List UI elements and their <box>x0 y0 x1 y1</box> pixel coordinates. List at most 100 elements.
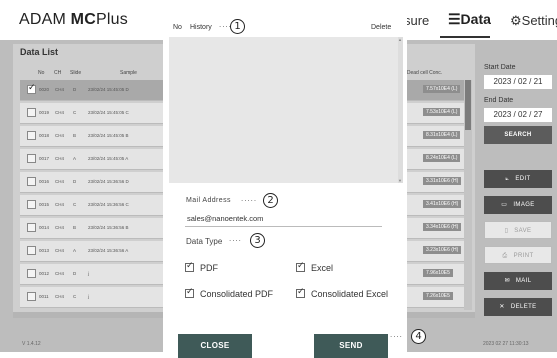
cell-no: 0018 <box>39 133 50 138</box>
mail-button[interactable]: ✉ MAIL <box>484 272 552 290</box>
annotation-leader-2: ····· <box>241 197 258 205</box>
cell-dead-cell: 3.34x10E6 (H) <box>423 223 462 231</box>
cell-ch: CH4 <box>55 110 65 115</box>
row-checkbox[interactable] <box>27 223 36 232</box>
tab-setting[interactable]: ⚙Setting <box>510 13 557 29</box>
row-checkbox[interactable] <box>27 83 36 94</box>
active-tab-indicator <box>440 36 490 38</box>
cell-dead-cell: 3.31x10E6 (H) <box>423 177 462 185</box>
cell-dead-cell: 3.41x10E6 (H) <box>423 200 462 208</box>
cell-ch: CH4 <box>55 133 65 138</box>
send-button[interactable]: SEND <box>314 334 388 358</box>
printer-icon: ⎙ <box>502 252 508 259</box>
cell-no: 0012 <box>39 271 50 276</box>
app-title: ADAM MCPlus <box>19 11 128 28</box>
chart-edit-icon: ⟀ <box>505 175 510 182</box>
cell-sample: 23/02/24 15:45:05 D <box>88 87 129 92</box>
annotation-leader-4: ···· <box>390 333 403 341</box>
annotation-marker-1: 1 <box>230 19 245 34</box>
col-header-sample: Sample <box>120 70 137 76</box>
checkbox-checked-icon[interactable] <box>296 261 305 272</box>
cell-dead-cell: 7.96x10E5 <box>423 269 453 277</box>
history-col-no: No <box>173 24 182 31</box>
row-checkbox[interactable] <box>27 177 36 186</box>
consolidated-excel-checkbox[interactable]: Consolidated Excel <box>296 287 388 299</box>
mail-dialog: No History ···· 1 Delete ▲ ▼ Mail Addres… <box>163 11 407 358</box>
checkbox-checked-icon[interactable] <box>185 287 194 298</box>
cell-no: 0020 <box>39 87 50 92</box>
cell-ch: CH4 <box>55 179 65 184</box>
tab-data[interactable]: ☰Data <box>448 11 491 28</box>
row-checkbox[interactable] <box>27 200 36 209</box>
col-header-dead-cell: c.Dead cell Conc. <box>403 70 443 76</box>
cell-slide: B <box>73 225 77 230</box>
checkbox-checked-icon[interactable] <box>185 261 194 272</box>
cell-dead-cell: 3.23x10E6 (H) <box>423 246 462 254</box>
mail-address-input[interactable] <box>185 211 382 227</box>
version-label: V 1.4.12 <box>22 341 41 347</box>
end-date-label: End Date <box>484 97 514 104</box>
cell-ch: CH4 <box>55 225 65 230</box>
cell-slide: A <box>73 248 77 253</box>
edit-button[interactable]: ⟀ EDIT <box>484 170 552 188</box>
search-button[interactable]: SEARCH <box>484 126 552 144</box>
cell-ch: CH4 <box>55 156 65 161</box>
row-checkbox[interactable] <box>27 108 36 117</box>
cell-sample: 23/02/24 15:45:05 A <box>88 156 129 161</box>
cell-slide: C <box>73 110 77 115</box>
mail-icon: ✉ <box>504 277 510 284</box>
cell-slide: D <box>73 271 77 276</box>
row-checkbox[interactable] <box>27 154 36 163</box>
row-checkbox[interactable] <box>27 292 36 301</box>
cell-slide: D <box>73 179 77 184</box>
cell-no: 0013 <box>39 248 50 253</box>
cell-no: 0016 <box>39 179 50 184</box>
tab-measure[interactable]: sure <box>404 13 429 28</box>
scrollbar-thumb[interactable] <box>465 80 471 130</box>
col-header-ch: CH <box>54 70 62 76</box>
data-type-label: Data Type <box>186 237 223 246</box>
annotation-leader-3: ···· <box>229 237 242 245</box>
cell-sample: 23/02/24 15:36:56 D <box>88 179 129 184</box>
image-icon: ▭ <box>501 201 508 208</box>
row-checkbox[interactable] <box>27 246 36 255</box>
cell-no: 0014 <box>39 225 50 230</box>
history-col-delete[interactable]: Delete <box>371 24 391 31</box>
cell-sample: 23/02/24 15:45:05 C <box>88 110 129 115</box>
history-scrollbar[interactable]: ▲ ▼ <box>398 37 403 183</box>
cell-ch: CH4 <box>55 87 65 92</box>
cell-slide: C <box>73 294 77 299</box>
cell-no: 0011 <box>39 294 49 299</box>
consolidated-pdf-checkbox[interactable]: Consolidated PDF <box>185 287 273 299</box>
row-checkbox[interactable] <box>27 269 36 278</box>
cell-no: 0019 <box>39 110 50 115</box>
checkbox-checked-icon[interactable] <box>296 287 305 298</box>
cell-sample: 23/02/24 15:45:05 B <box>88 133 129 138</box>
row-checkbox[interactable] <box>27 131 36 140</box>
history-list[interactable] <box>169 37 398 183</box>
close-button[interactable]: CLOSE <box>178 334 252 358</box>
start-date-field[interactable]: 2023 / 02 / 21 <box>484 75 552 89</box>
cell-dead-cell: 8.24x10E4 (L) <box>423 154 461 162</box>
cell-dead-cell: 7.57x10E4 (L) <box>423 85 461 93</box>
cell-dead-cell: 7.26x10E5 <box>423 292 453 300</box>
save-button[interactable]: ▯ SAVE <box>484 221 552 239</box>
cell-ch: CH4 <box>55 202 65 207</box>
scroll-down-icon[interactable]: ▼ <box>398 178 402 183</box>
annotation-marker-2: 2 <box>263 193 278 208</box>
excel-checkbox[interactable]: Excel <box>296 261 333 273</box>
image-button[interactable]: ▭ IMAGE <box>484 196 552 214</box>
cell-sample: j <box>88 294 89 299</box>
scroll-up-icon[interactable]: ▲ <box>398 37 402 42</box>
end-date-field[interactable]: 2023 / 02 / 27 <box>484 108 552 122</box>
start-date-label: Start Date <box>484 64 516 71</box>
col-header-no: No <box>38 70 45 76</box>
delete-button[interactable]: ✕ DELETE <box>484 298 552 316</box>
cell-sample: j <box>88 271 89 276</box>
table-vertical-scrollbar[interactable] <box>464 80 472 310</box>
history-col-history: History <box>190 24 212 31</box>
print-button[interactable]: ⎙ PRINT <box>484 246 552 264</box>
pdf-checkbox[interactable]: PDF <box>185 261 218 273</box>
clock-label: 2023 02 27 11:30:13 <box>483 341 529 347</box>
cell-dead-cell: 8.31x10E4 (L) <box>423 131 461 139</box>
